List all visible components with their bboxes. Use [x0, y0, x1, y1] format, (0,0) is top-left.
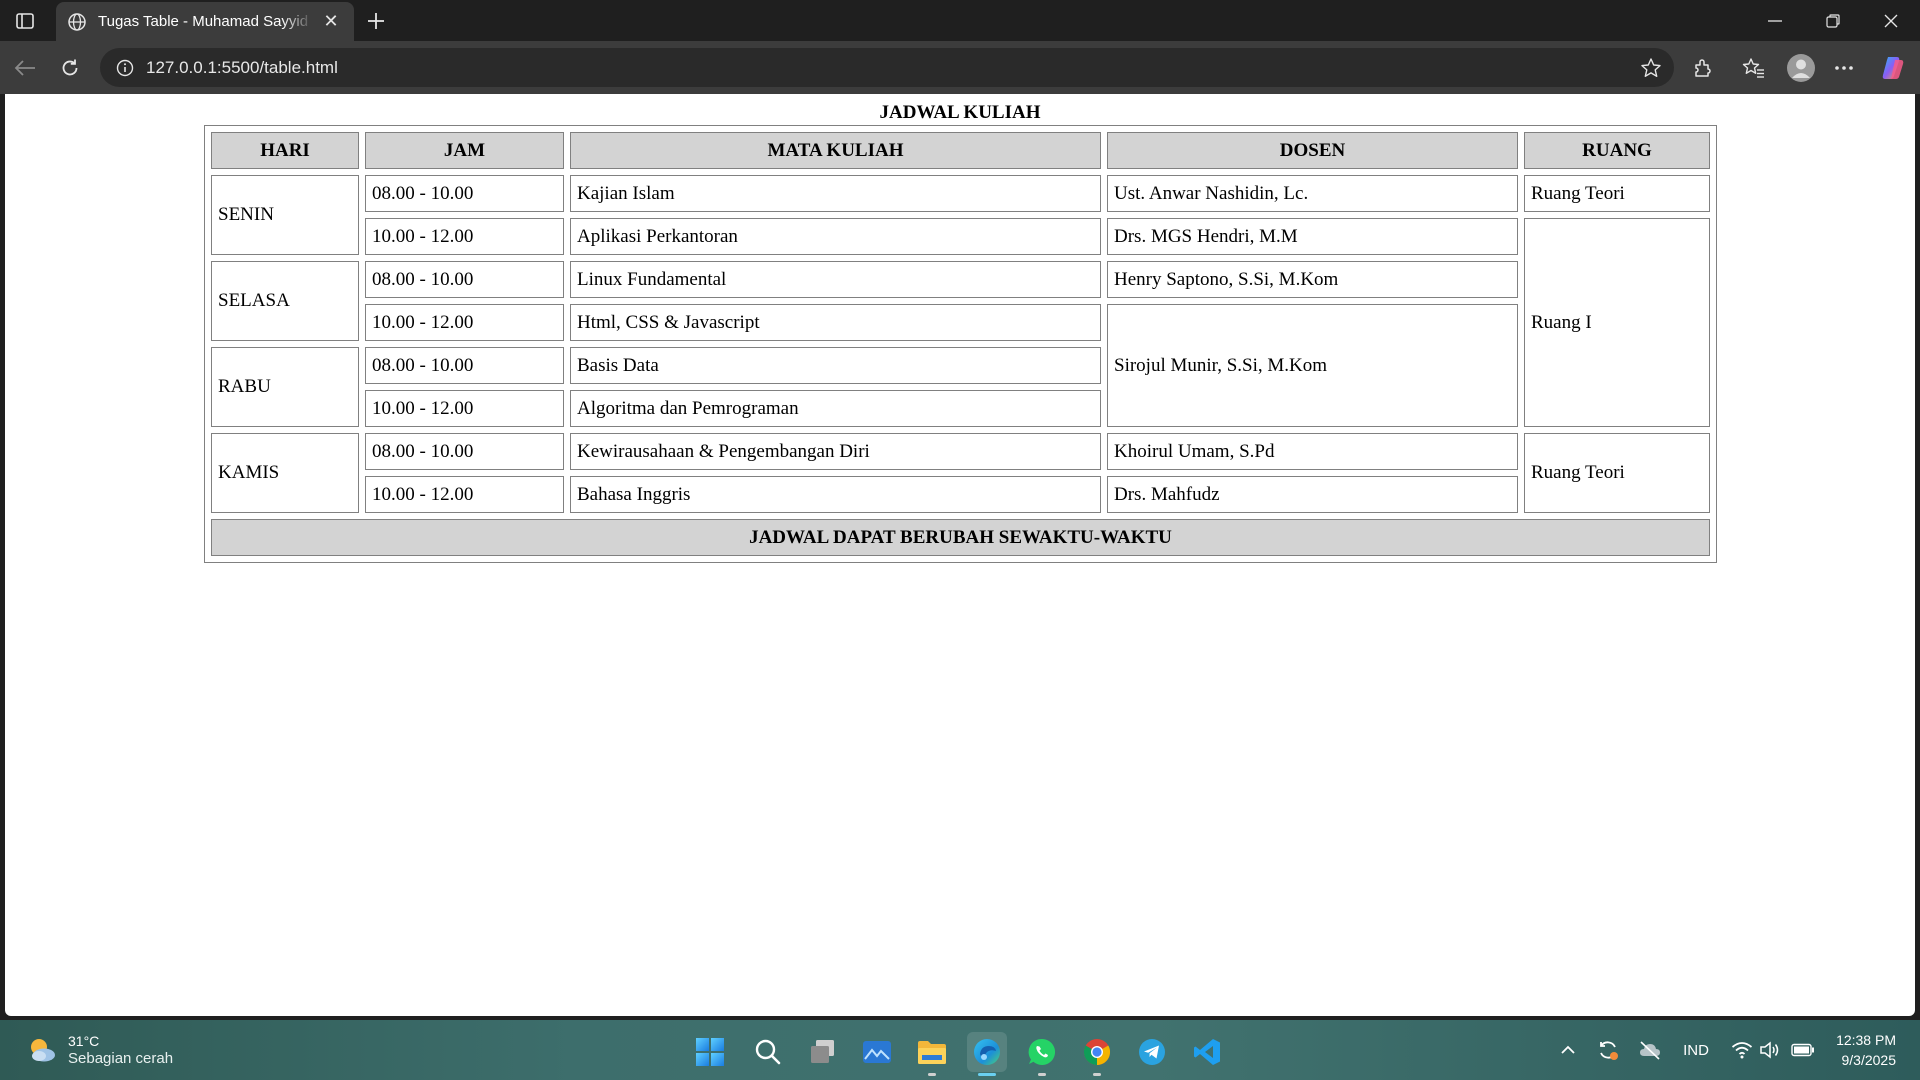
browser-tab-bar: Tugas Table - Muhamad Sayyid Fajar ✕ — [0, 0, 1920, 41]
back-icon[interactable] — [8, 51, 42, 85]
globe-icon — [66, 11, 88, 33]
time-cell: 08.00 - 10.00 — [365, 347, 564, 384]
room-cell: Ruang I — [1524, 218, 1710, 427]
course-cell: Aplikasi Perkantoran — [570, 218, 1101, 255]
time-cell: 10.00 - 12.00 — [365, 218, 564, 255]
lecturer-cell: Drs. Mahfudz — [1107, 476, 1518, 513]
table-footer-note: JADWAL DAPAT BERUBAH SEWAKTU-WAKTU — [211, 519, 1710, 556]
search-icon[interactable] — [748, 1032, 788, 1072]
column-header-ruang: RUANG — [1524, 132, 1710, 169]
taskbar: 31°C Sebagian cerah IND 12:38 PM 9/3/202… — [0, 1020, 1920, 1080]
partly-sunny-icon — [31, 1039, 55, 1062]
copilot-icon[interactable] — [1876, 51, 1910, 85]
browser-toolbar: 127.0.0.1:5500/table.html — [0, 41, 1920, 94]
course-cell: Linux Fundamental — [570, 261, 1101, 298]
clock-time: 12:38 PM — [1836, 1032, 1896, 1048]
weather-widget[interactable]: 31°C Sebagian cerah — [26, 1032, 173, 1068]
lecturer-cell: Drs. MGS Hendri, M.M — [1107, 218, 1518, 255]
sync-icon[interactable] — [1594, 1037, 1622, 1063]
schedule-table: HARI JAM MATA KULIAH DOSEN RUANG SENIN 0… — [204, 125, 1717, 563]
column-header-mata-kuliah: MATA KULIAH — [570, 132, 1101, 169]
address-bar[interactable]: 127.0.0.1:5500/table.html — [100, 48, 1674, 87]
course-cell: Html, CSS & Javascript — [570, 304, 1101, 341]
day-cell: SENIN — [211, 175, 359, 255]
lecturer-cell: Henry Saptono, S.Si, M.Kom — [1107, 261, 1518, 298]
column-header-jam: JAM — [365, 132, 564, 169]
time-cell: 10.00 - 12.00 — [365, 390, 564, 427]
table-row: SENIN 08.00 - 10.00 Kajian Islam Ust. An… — [211, 175, 1710, 255]
favorites-icon[interactable] — [1737, 51, 1771, 85]
show-hidden-icons-chevron-icon[interactable] — [1556, 1037, 1580, 1063]
page-viewport: JADWAL KULIAH HARI JAM MATA KULIAH DOSEN… — [5, 94, 1915, 1016]
weather-temperature: 31°C — [68, 1033, 100, 1049]
table-row: SELASA 08.00 - 10.00 Linux Fundamental H… — [211, 261, 1710, 341]
system-clock[interactable]: 12:38 PM 9/3/2025 — [1836, 1030, 1896, 1070]
profile-avatar-icon[interactable] — [1784, 51, 1818, 85]
window-close-icon[interactable] — [1862, 0, 1920, 41]
whatsapp-icon[interactable] — [1022, 1032, 1062, 1076]
address-url[interactable]: 127.0.0.1:5500/table.html — [146, 58, 338, 78]
browser-tab[interactable]: Tugas Table - Muhamad Sayyid Fajar ✕ — [56, 2, 354, 41]
time-cell: 08.00 - 10.00 — [365, 433, 564, 470]
table-row: 10.00 - 12.00 Aplikasi Perkantoran Drs. … — [211, 218, 1710, 427]
chrome-icon[interactable] — [1077, 1032, 1117, 1076]
day-cell: RABU — [211, 347, 359, 427]
language-indicator[interactable]: IND — [1676, 1037, 1716, 1063]
table-row: KAMIS 08.00 - 10.00 Kewirausahaan & Peng… — [211, 433, 1710, 513]
table-header-row: HARI JAM MATA KULIAH DOSEN RUANG — [211, 132, 1710, 169]
room-cell: Ruang Teori — [1524, 433, 1710, 513]
telegram-icon[interactable] — [1132, 1032, 1172, 1072]
cloud-offline-icon[interactable] — [1636, 1037, 1664, 1063]
edge-icon[interactable] — [967, 1032, 1007, 1076]
photos-icon[interactable] — [857, 1032, 897, 1072]
more-options-icon[interactable] — [1827, 51, 1861, 85]
weather-description: Sebagian cerah — [68, 1050, 174, 1067]
course-cell: Basis Data — [570, 347, 1101, 384]
column-header-dosen: DOSEN — [1107, 132, 1518, 169]
course-cell: Kewirausahaan & Pengembangan Diri — [570, 433, 1101, 470]
volume-icon[interactable] — [1758, 1037, 1782, 1063]
wifi-icon[interactable] — [1730, 1037, 1754, 1063]
restore-icon[interactable] — [1804, 0, 1862, 41]
start-icon[interactable] — [690, 1032, 730, 1072]
vscode-icon[interactable] — [1187, 1032, 1227, 1072]
time-cell: 08.00 - 10.00 — [365, 175, 564, 212]
room-cell: Ruang Teori — [1524, 175, 1710, 212]
lecturer-cell: Khoirul Umam, S.Pd — [1107, 433, 1518, 470]
lecturer-cell: Ust. Anwar Nashidin, Lc. — [1107, 175, 1518, 212]
page-title: JADWAL KULIAH — [879, 102, 1041, 123]
time-cell: 10.00 - 12.00 — [365, 476, 564, 513]
course-cell: Algoritma dan Pemrograman — [570, 390, 1101, 427]
column-header-hari: HARI — [211, 132, 359, 169]
file-explorer-icon[interactable] — [912, 1032, 952, 1076]
minimize-icon[interactable] — [1746, 0, 1804, 41]
day-cell: KAMIS — [211, 433, 359, 513]
table-footer-row: JADWAL DAPAT BERUBAH SEWAKTU-WAKTU — [211, 519, 1710, 556]
reload-icon[interactable] — [53, 51, 87, 85]
course-cell: Kajian Islam — [570, 175, 1101, 212]
course-cell: Bahasa Inggris — [570, 476, 1101, 513]
clock-date: 9/3/2025 — [1841, 1052, 1897, 1068]
extensions-icon[interactable] — [1686, 51, 1720, 85]
favorite-star-icon[interactable] — [1638, 55, 1664, 81]
time-cell: 08.00 - 10.00 — [365, 261, 564, 298]
time-cell: 10.00 - 12.00 — [365, 304, 564, 341]
task-view-icon[interactable] — [803, 1032, 843, 1072]
table-row: 10.00 - 12.00 Bahasa Inggris Drs. Mahfud… — [211, 476, 1710, 513]
table-row: 10.00 - 12.00 Html, CSS & Javascript Sir… — [211, 304, 1710, 427]
day-cell: SELASA — [211, 261, 359, 341]
site-info-icon[interactable] — [114, 57, 136, 79]
tab-title: Tugas Table - Muhamad Sayyid Fajar — [98, 13, 314, 30]
new-tab-icon[interactable] — [360, 6, 392, 36]
battery-icon[interactable] — [1790, 1037, 1816, 1063]
tab-actions-icon[interactable] — [10, 8, 40, 34]
tab-close-icon[interactable]: ✕ — [318, 9, 344, 35]
lecturer-cell: Sirojul Munir, S.Si, M.Kom — [1107, 304, 1518, 427]
